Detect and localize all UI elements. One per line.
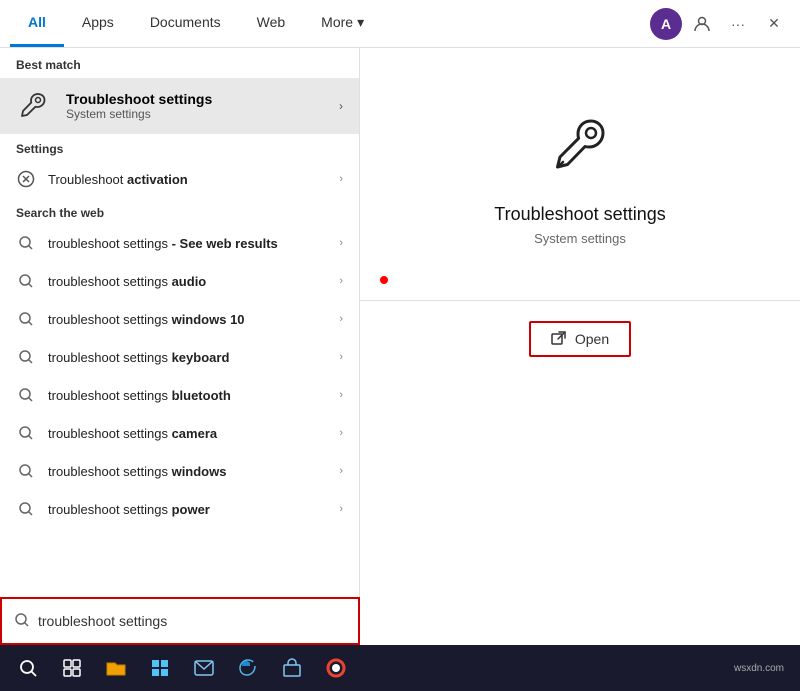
taskbar-chrome[interactable] xyxy=(316,648,356,688)
list-item-troubleshoot-activation[interactable]: Troubleshoot activation › xyxy=(0,160,359,198)
tab-web[interactable]: Web xyxy=(239,0,304,47)
best-match-item[interactable]: Troubleshoot settings System settings › xyxy=(0,78,359,134)
web-item-0[interactable]: troubleshoot settings - See web results … xyxy=(0,224,359,262)
right-panel-subtitle: System settings xyxy=(534,231,626,246)
web-item-3[interactable]: troubleshoot settings keyboard › xyxy=(0,338,359,376)
web-item-2[interactable]: troubleshoot settings windows 10 › xyxy=(0,300,359,338)
tab-documents[interactable]: Documents xyxy=(132,0,239,47)
taskbar-taskview[interactable] xyxy=(52,648,92,688)
best-match-text: Troubleshoot settings System settings xyxy=(66,91,212,121)
best-match-icon xyxy=(16,88,52,124)
person-icon xyxy=(693,15,711,33)
close-icon-btn[interactable]: ✕ xyxy=(758,8,790,40)
web-item-text-4: troubleshoot settings bluetooth xyxy=(48,388,327,403)
web-item-1[interactable]: troubleshoot settings audio › xyxy=(0,262,359,300)
system-tray: wsxdn.com xyxy=(726,663,792,674)
web-item-arrow-0: › xyxy=(339,237,343,249)
web-item-arrow-6: › xyxy=(339,465,343,477)
web-item-text-2: troubleshoot settings windows 10 xyxy=(48,312,327,327)
tab-more[interactable]: More ▾ xyxy=(303,0,382,47)
web-item-text-1: troubleshoot settings audio xyxy=(48,274,327,289)
web-item-arrow-7: › xyxy=(339,503,343,515)
search-icon-4 xyxy=(16,385,36,405)
wrench-icon xyxy=(18,90,50,122)
web-item-text-0: troubleshoot settings - See web results xyxy=(48,236,327,251)
web-item-text-3: troubleshoot settings keyboard xyxy=(48,350,327,365)
search-icon-0 xyxy=(16,233,36,253)
ellipsis-icon-btn[interactable]: ··· xyxy=(722,8,754,40)
content-area: Best match Troubleshoot settings System … xyxy=(0,48,800,645)
list-item-arrow: › xyxy=(339,173,343,185)
web-item-text-6: troubleshoot settings windows xyxy=(48,464,327,479)
search-icon-2 xyxy=(16,309,36,329)
taskbar-search[interactable] xyxy=(8,648,48,688)
search-web-label: Search the web xyxy=(0,198,359,224)
avatar[interactable]: A xyxy=(650,8,682,40)
web-item-7[interactable]: troubleshoot settings power › xyxy=(0,490,359,528)
open-label: Open xyxy=(575,331,609,347)
search-icon-3 xyxy=(16,347,36,367)
red-dot xyxy=(380,276,388,284)
search-icon-6 xyxy=(16,461,36,481)
search-bar-text[interactable]: troubleshoot settings xyxy=(38,613,346,629)
best-match-title: Troubleshoot settings xyxy=(66,91,212,107)
settings-section-label: Settings xyxy=(0,134,359,160)
best-match-label: Best match xyxy=(0,48,359,78)
search-bar-icon xyxy=(14,612,30,631)
person-icon-btn[interactable] xyxy=(686,8,718,40)
right-panel-wrench-icon xyxy=(540,108,620,188)
web-item-text-5: troubleshoot settings camera xyxy=(48,426,327,441)
web-item-arrow-5: › xyxy=(339,427,343,439)
close-icon: ✕ xyxy=(768,15,780,32)
right-panel-title: Troubleshoot settings xyxy=(494,204,665,225)
chevron-down-icon: ▾ xyxy=(357,14,364,31)
divider xyxy=(360,300,800,301)
web-item-arrow-1: › xyxy=(339,275,343,287)
web-item-arrow-3: › xyxy=(339,351,343,363)
taskbar-explorer[interactable] xyxy=(96,648,136,688)
taskbar-edge[interactable] xyxy=(228,648,268,688)
best-match-subtitle: System settings xyxy=(66,107,212,121)
search-bar-container: troubleshoot settings xyxy=(0,597,360,645)
nav-tabs: All Apps Documents Web More ▾ A ··· ✕ xyxy=(0,0,800,48)
search-icon-5 xyxy=(16,423,36,443)
open-button[interactable]: Open xyxy=(529,321,631,357)
web-item-arrow-2: › xyxy=(339,313,343,325)
search-icon-1 xyxy=(16,271,36,291)
web-item-text-7: troubleshoot settings power xyxy=(48,502,327,517)
tab-all[interactable]: All xyxy=(10,0,64,47)
nav-actions: A ··· ✕ xyxy=(650,8,790,40)
taskbar: wsxdn.com xyxy=(0,645,800,691)
tab-apps[interactable]: Apps xyxy=(64,0,132,47)
left-panel: Best match Troubleshoot settings System … xyxy=(0,48,360,645)
search-window: All Apps Documents Web More ▾ A ··· ✕ xyxy=(0,0,800,645)
open-icon xyxy=(551,331,567,347)
best-match-arrow: › xyxy=(339,99,343,113)
web-item-6[interactable]: troubleshoot settings windows › xyxy=(0,452,359,490)
ellipsis-icon: ··· xyxy=(731,16,745,32)
web-item-5[interactable]: troubleshoot settings camera › xyxy=(0,414,359,452)
web-item-4[interactable]: troubleshoot settings bluetooth › xyxy=(0,376,359,414)
web-item-arrow-4: › xyxy=(339,389,343,401)
settings-item-text: Troubleshoot activation xyxy=(48,172,327,187)
taskbar-mail[interactable] xyxy=(184,648,224,688)
taskbar-store[interactable] xyxy=(272,648,312,688)
right-panel: Troubleshoot settings System settings Op… xyxy=(360,48,800,645)
taskbar-windows[interactable] xyxy=(140,648,180,688)
circle-x-icon xyxy=(16,169,36,189)
search-icon-7 xyxy=(16,499,36,519)
